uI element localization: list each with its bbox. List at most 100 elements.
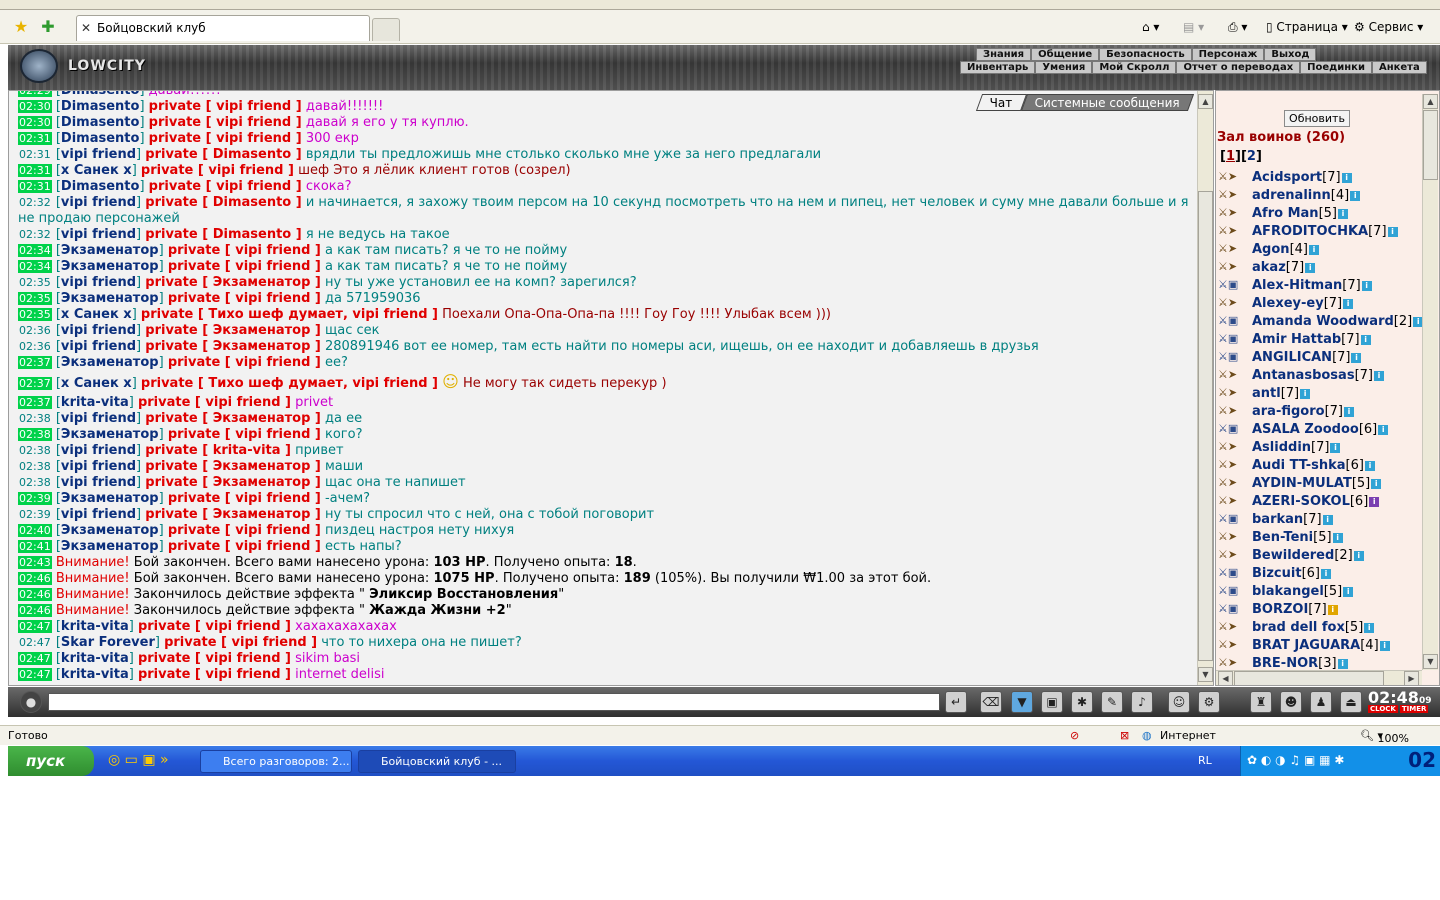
chat-user[interactable]: Экзаменатор bbox=[61, 427, 159, 442]
scroll-thumb[interactable] bbox=[1198, 191, 1213, 661]
users-hscroll-thumb[interactable] bbox=[1234, 671, 1384, 685]
page-2-link[interactable]: 2 bbox=[1247, 149, 1256, 164]
user-name[interactable]: Afro Man[5] i bbox=[1252, 205, 1348, 223]
user-name[interactable]: blakangel[5] i bbox=[1252, 583, 1354, 601]
users-vscrollbar[interactable]: ▲ ▼ bbox=[1422, 94, 1438, 670]
user-row[interactable]: ⚔▣ BORZOI[7] i bbox=[1218, 601, 1423, 619]
user-nick[interactable]: Acidsport bbox=[1252, 170, 1322, 185]
chat-private[interactable]: private [ vipi friend ] bbox=[168, 355, 321, 370]
browser-tab-active[interactable]: ✕ Бойцовский клуб bbox=[76, 15, 370, 41]
user-nick[interactable]: Asliddin bbox=[1252, 440, 1311, 455]
user-name[interactable]: barkan[7] i bbox=[1252, 511, 1333, 529]
info-icon[interactable]: i bbox=[1344, 406, 1354, 417]
chat-private[interactable]: private [ Экзаменатор ] bbox=[145, 323, 321, 338]
chat-private[interactable]: private [ vipi friend ] bbox=[138, 651, 291, 666]
user-row[interactable]: ⚔▣ blakangel[5] i bbox=[1218, 583, 1423, 601]
user-nick[interactable]: antl bbox=[1252, 386, 1281, 401]
chat-private[interactable]: private [ vipi friend ] bbox=[168, 427, 321, 442]
chat-time[interactable]: 02:31 bbox=[18, 180, 52, 193]
info-icon[interactable]: i bbox=[1341, 172, 1352, 183]
user-row[interactable]: ⚔▣ ASALA Zoodoo[6] i bbox=[1218, 421, 1423, 439]
user-row[interactable]: ⚔▣ barkan[7] i bbox=[1218, 511, 1423, 529]
info-icon[interactable]: i bbox=[1343, 586, 1354, 597]
group-icon[interactable]: ♟ bbox=[1310, 691, 1332, 713]
chat-private[interactable]: private [ Тихо шеф думает, vipi friend ] bbox=[141, 376, 438, 391]
favorites-star-icon[interactable]: ★ bbox=[11, 17, 31, 37]
chat-time[interactable]: 02:46 bbox=[18, 588, 52, 601]
info-icon[interactable]: i bbox=[1379, 640, 1390, 651]
chat-time[interactable]: 02:37 bbox=[18, 396, 52, 409]
chat-time[interactable]: 02:38 bbox=[18, 460, 52, 473]
chat-time[interactable]: 02:47 bbox=[18, 636, 52, 649]
chat-private[interactable]: private [ vipi friend ] bbox=[138, 667, 291, 682]
menu-item-0[interactable]: Знания bbox=[976, 48, 1032, 61]
info-icon[interactable]: i bbox=[1300, 388, 1311, 399]
user-name[interactable]: AYDIN-MULAT[5] i bbox=[1252, 475, 1382, 493]
start-button[interactable]: пуск bbox=[8, 746, 94, 776]
chat-user[interactable]: Dimasento bbox=[61, 99, 140, 114]
chat-user[interactable]: Экзаменатор bbox=[61, 243, 159, 258]
tray-icons-icon[interactable]: ✿ ◐ ◑ ♫ ▣ ▦ ✱ bbox=[1247, 753, 1344, 767]
fighter-icon[interactable]: ✱ bbox=[1071, 691, 1093, 713]
users-scroll-down-icon[interactable]: ▼ bbox=[1423, 654, 1438, 669]
user-nick[interactable]: barkan bbox=[1252, 512, 1303, 527]
user-row[interactable]: ⚔▣ Amir Hattab[7] i bbox=[1218, 331, 1423, 349]
chat-time[interactable]: 02:43 bbox=[18, 556, 52, 569]
info-icon[interactable]: i bbox=[1332, 532, 1343, 543]
info-icon[interactable]: i bbox=[1322, 514, 1333, 525]
taskbar-button-browser[interactable]: Бойцовский клуб - ... bbox=[358, 750, 516, 773]
menu-sub-item-2[interactable]: Мой Скролл bbox=[1092, 61, 1177, 74]
user-row[interactable]: ⚔▣ Bizcuit[6] i bbox=[1218, 565, 1423, 583]
info-icon[interactable]: i bbox=[1378, 424, 1389, 435]
chat-private[interactable]: private [ Dimasento ] bbox=[145, 227, 301, 242]
save-icon[interactable]: ▣ bbox=[1041, 691, 1063, 713]
chat-user[interactable]: Dimasento bbox=[61, 115, 140, 130]
chat-user[interactable]: vipi friend bbox=[61, 339, 136, 354]
user-row[interactable]: ⚔➤ Asliddin[7] i bbox=[1218, 439, 1423, 457]
chat-user[interactable]: х Санек х bbox=[61, 163, 132, 178]
chat-user[interactable]: vipi friend bbox=[61, 507, 136, 522]
chat-user[interactable]: krita-vita bbox=[61, 667, 129, 682]
chat-user[interactable]: vipi friend bbox=[61, 195, 136, 210]
info-icon[interactable]: i bbox=[1320, 568, 1331, 579]
menu-sub-item-4[interactable]: Поединки bbox=[1300, 61, 1372, 74]
user-nick[interactable]: Bewildered bbox=[1252, 548, 1334, 563]
user-nick[interactable]: Audi TT-shka bbox=[1252, 458, 1346, 473]
info-icon[interactable]: i bbox=[1387, 226, 1398, 237]
chat-time[interactable]: 02:39 bbox=[18, 492, 52, 505]
user-nick[interactable]: ara-figoro bbox=[1252, 404, 1325, 419]
user-row[interactable]: ⚔➤ Agon[4] i bbox=[1218, 241, 1423, 259]
info-icon[interactable]: i bbox=[1343, 298, 1354, 309]
chat-private[interactable]: private [ Dimasento ] bbox=[145, 147, 301, 162]
scroll-down-icon[interactable]: ▼ bbox=[1198, 667, 1213, 682]
chat-time[interactable]: 02:30 bbox=[18, 100, 52, 113]
chat-time[interactable]: 02:35 bbox=[18, 308, 52, 321]
chat-private[interactable]: private [ vipi friend ] bbox=[141, 163, 294, 178]
feeds-icon[interactable]: ▤ ▾ bbox=[1183, 20, 1204, 34]
user-nick[interactable]: adrenalinn bbox=[1252, 188, 1331, 203]
chat-time[interactable]: 02:38 bbox=[18, 444, 52, 457]
user-name[interactable]: Agon[4] i bbox=[1252, 241, 1319, 259]
user-name[interactable]: Ben-Teni[5] i bbox=[1252, 529, 1343, 547]
user-nick[interactable]: blakangel bbox=[1252, 584, 1324, 599]
chat-private[interactable]: private [ Экзаменатор ] bbox=[145, 459, 321, 474]
info-icon[interactable]: i bbox=[1305, 262, 1316, 273]
user-row[interactable]: ⚔➤ akaz[7] i bbox=[1218, 259, 1423, 277]
chat-user[interactable]: Экзаменатор bbox=[61, 539, 159, 554]
eraser-icon[interactable]: ⌫ bbox=[980, 691, 1002, 713]
user-row[interactable]: ⚔➤ antl[7] i bbox=[1218, 385, 1423, 403]
user-row[interactable]: ⚔➤ brad dell fox[5] i bbox=[1218, 619, 1423, 637]
chat-private[interactable]: private [ vipi friend ] bbox=[168, 539, 321, 554]
users-scroll-right-icon[interactable]: ▶ bbox=[1404, 671, 1419, 685]
user-row[interactable]: ⚔➤ AZERI-SOKOL[6] i bbox=[1218, 493, 1423, 511]
scroll-up-icon[interactable]: ▲ bbox=[1198, 94, 1213, 109]
user-row[interactable]: ⚔➤ Bewildered[2] i bbox=[1218, 547, 1423, 565]
user-name[interactable]: Audi TT-shka[6] i bbox=[1252, 457, 1375, 475]
chat-private[interactable]: private [ vipi friend ] bbox=[149, 179, 302, 194]
menu-sub-item-0[interactable]: Инвентарь bbox=[960, 61, 1036, 74]
user-name[interactable]: akaz[7] i bbox=[1252, 259, 1316, 277]
chat-time[interactable]: 02:41 bbox=[18, 540, 52, 553]
chat-time[interactable]: 02:40 bbox=[18, 524, 52, 537]
add-favorite-icon[interactable]: ✚ bbox=[38, 17, 58, 37]
page-1-link[interactable]: 1 bbox=[1226, 149, 1235, 164]
